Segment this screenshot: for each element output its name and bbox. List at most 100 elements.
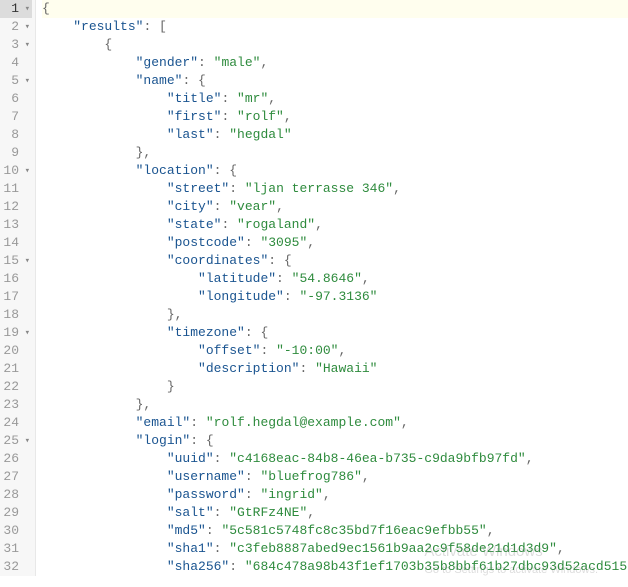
line-number[interactable]: 14 bbox=[0, 234, 32, 252]
json-key: "coordinates" bbox=[167, 253, 268, 268]
line-number-text: 17 bbox=[3, 288, 19, 306]
json-string: "3095" bbox=[260, 235, 307, 250]
line-number[interactable]: 20 bbox=[0, 342, 32, 360]
code-line: "email": "rolf.hegdal@example.com", bbox=[42, 414, 628, 432]
code-editor: 1▾2▾3▾45▾678910▾1112131415▾16171819▾2021… bbox=[0, 0, 628, 576]
line-number-text: 28 bbox=[3, 486, 19, 504]
code-line: "username": "bluefrog786", bbox=[42, 468, 628, 486]
line-number[interactable]: 28 bbox=[0, 486, 32, 504]
json-punct: : bbox=[276, 271, 292, 286]
line-number[interactable]: 29 bbox=[0, 504, 32, 522]
line-number-text: 19 bbox=[3, 324, 19, 342]
line-number-text: 3 bbox=[11, 36, 19, 54]
line-number-text: 6 bbox=[11, 90, 19, 108]
json-punct: : bbox=[221, 217, 237, 232]
line-number-text: 12 bbox=[3, 198, 19, 216]
code-line: "longitude": "-97.3136" bbox=[42, 288, 628, 306]
json-punct: , bbox=[315, 217, 323, 232]
line-number[interactable]: 4 bbox=[0, 54, 32, 72]
json-punct: : bbox=[198, 55, 214, 70]
line-number-text: 11 bbox=[3, 180, 19, 198]
line-number[interactable]: 23 bbox=[0, 396, 32, 414]
line-number[interactable]: 9 bbox=[0, 144, 32, 162]
code-line: "uuid": "c4168eac-84b8-46ea-b735-c9da9bf… bbox=[42, 450, 628, 468]
line-number[interactable]: 32 bbox=[0, 558, 32, 576]
line-number[interactable]: 7 bbox=[0, 108, 32, 126]
line-number[interactable]: 15▾ bbox=[0, 252, 32, 270]
line-number[interactable]: 6 bbox=[0, 90, 32, 108]
fold-toggle-icon[interactable]: ▾ bbox=[22, 252, 30, 270]
line-number-text: 20 bbox=[3, 342, 19, 360]
json-punct: : bbox=[284, 289, 300, 304]
json-key: "md5" bbox=[167, 523, 206, 538]
code-line: "timezone": { bbox=[42, 324, 628, 342]
line-number[interactable]: 11 bbox=[0, 180, 32, 198]
line-number[interactable]: 26 bbox=[0, 450, 32, 468]
fold-toggle-icon[interactable]: ▾ bbox=[22, 162, 30, 180]
line-number[interactable]: 3▾ bbox=[0, 36, 32, 54]
line-number-text: 26 bbox=[3, 450, 19, 468]
line-number-text: 27 bbox=[3, 468, 19, 486]
json-key: "postcode" bbox=[167, 235, 245, 250]
json-punct: : bbox=[190, 415, 206, 430]
json-string: "ljan terrasse 346" bbox=[245, 181, 393, 196]
json-key: "uuid" bbox=[167, 451, 214, 466]
fold-toggle-icon[interactable]: ▾ bbox=[22, 324, 30, 342]
code-line: "first": "rolf", bbox=[42, 108, 628, 126]
code-content[interactable]: { "results": [ { "gender": "male", "name… bbox=[36, 0, 628, 576]
fold-toggle-icon[interactable]: ▾ bbox=[22, 432, 30, 450]
json-punct: , bbox=[307, 505, 315, 520]
json-key: "state" bbox=[167, 217, 222, 232]
line-number[interactable]: 13 bbox=[0, 216, 32, 234]
json-key: "gender" bbox=[136, 55, 198, 70]
line-number[interactable]: 8 bbox=[0, 126, 32, 144]
json-punct: : bbox=[214, 541, 230, 556]
line-number[interactable]: 22 bbox=[0, 378, 32, 396]
json-punct: : bbox=[221, 91, 237, 106]
json-key: "location" bbox=[136, 163, 214, 178]
line-number[interactable]: 21 bbox=[0, 360, 32, 378]
line-number[interactable]: 2▾ bbox=[0, 18, 32, 36]
line-number[interactable]: 24 bbox=[0, 414, 32, 432]
line-number[interactable]: 19▾ bbox=[0, 324, 32, 342]
fold-toggle-icon[interactable]: ▾ bbox=[22, 18, 30, 36]
json-key: "results" bbox=[73, 19, 143, 34]
json-punct: , bbox=[323, 487, 331, 502]
line-number[interactable]: 17 bbox=[0, 288, 32, 306]
line-number-text: 30 bbox=[3, 522, 19, 540]
line-number[interactable]: 30 bbox=[0, 522, 32, 540]
line-number[interactable]: 1▾ bbox=[0, 0, 32, 18]
line-number[interactable]: 5▾ bbox=[0, 72, 32, 90]
json-string: "5c581c5748fc8c35bd7f16eac9efbb55" bbox=[221, 523, 486, 538]
code-line: "last": "hegdal" bbox=[42, 126, 628, 144]
line-number-text: 31 bbox=[3, 540, 19, 558]
code-line: "sha1": "c3feb8887abed9ec1561b9aa2c9f58d… bbox=[42, 540, 628, 558]
line-number[interactable]: 12 bbox=[0, 198, 32, 216]
json-key: "street" bbox=[167, 181, 229, 196]
json-punct: } bbox=[167, 379, 175, 394]
code-line: "postcode": "3095", bbox=[42, 234, 628, 252]
json-key: "first" bbox=[167, 109, 222, 124]
json-punct: , bbox=[393, 181, 401, 196]
line-number[interactable]: 16 bbox=[0, 270, 32, 288]
json-punct: : { bbox=[245, 325, 268, 340]
line-number-text: 25 bbox=[3, 432, 19, 450]
json-punct: }, bbox=[167, 307, 183, 322]
line-number[interactable]: 25▾ bbox=[0, 432, 32, 450]
line-number[interactable]: 10▾ bbox=[0, 162, 32, 180]
fold-toggle-icon[interactable]: ▾ bbox=[22, 36, 30, 54]
json-key: "description" bbox=[198, 361, 299, 376]
json-key: "sha256" bbox=[167, 559, 229, 574]
json-punct: : { bbox=[190, 433, 213, 448]
line-number-gutter: 1▾2▾3▾45▾678910▾1112131415▾16171819▾2021… bbox=[0, 0, 36, 576]
line-number-text: 8 bbox=[11, 126, 19, 144]
fold-toggle-icon[interactable]: ▾ bbox=[22, 0, 30, 18]
json-punct: : bbox=[299, 361, 315, 376]
line-number[interactable]: 31 bbox=[0, 540, 32, 558]
json-punct: , bbox=[338, 343, 346, 358]
fold-toggle-icon[interactable]: ▾ bbox=[22, 72, 30, 90]
json-key: "timezone" bbox=[167, 325, 245, 340]
line-number[interactable]: 18 bbox=[0, 306, 32, 324]
json-key: "city" bbox=[167, 199, 214, 214]
line-number[interactable]: 27 bbox=[0, 468, 32, 486]
